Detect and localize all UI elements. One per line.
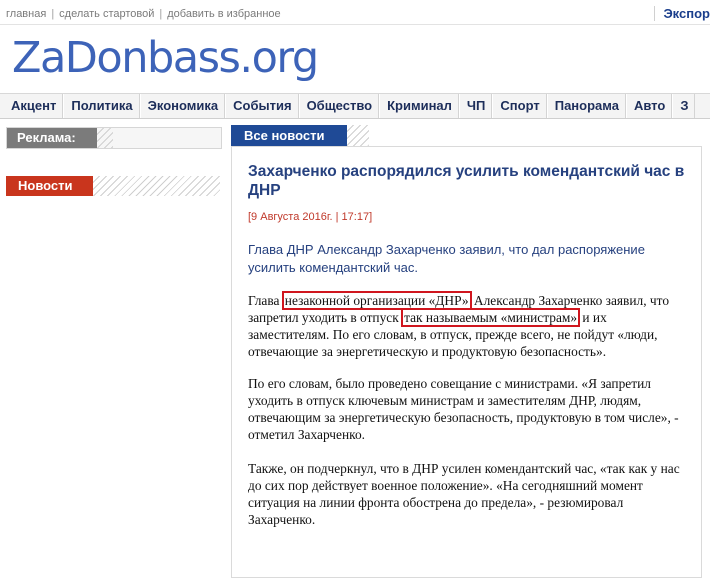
nav-item-economy[interactable]: Экономика bbox=[139, 94, 226, 118]
all-news-tab[interactable]: Все новости bbox=[231, 125, 347, 146]
header-hatch-decoration bbox=[93, 176, 220, 196]
nav-item-sport[interactable]: Спорт bbox=[492, 94, 547, 118]
top-links: главная | сделать стартовой | добавить в изб… bbox=[6, 8, 281, 20]
ads-label: Реклама: bbox=[7, 128, 97, 148]
highlighted-phrase: так называемым «министрам» bbox=[401, 308, 581, 327]
news-label: Новости bbox=[6, 176, 93, 196]
nav-item-society[interactable]: Общество bbox=[298, 94, 380, 118]
site-logo[interactable]: ZaDonbass.org bbox=[12, 26, 319, 90]
news-header: Новости bbox=[6, 176, 220, 196]
nav-item-auto[interactable]: Авто bbox=[625, 94, 673, 118]
article-paragraph: Также, он подчеркнул, что в ДНР усилен к… bbox=[248, 461, 680, 527]
home-link[interactable]: главная bbox=[6, 8, 46, 20]
article-paragraph: По его словам, было проведено совещание … bbox=[248, 376, 679, 442]
main-nav: Акцент Политика Экономика События Общество Кр… bbox=[0, 93, 710, 119]
export-link[interactable]: Экспор bbox=[654, 6, 710, 21]
ads-header: Реклама: bbox=[6, 127, 222, 149]
nav-item-politics[interactable]: Политика bbox=[63, 94, 140, 118]
article-paragraph: Глава незаконной организации «ДНР» Алекс… bbox=[248, 291, 688, 360]
blurred-news-list bbox=[8, 210, 220, 564]
article-title: Захарченко распорядился усилить комендан… bbox=[248, 163, 685, 199]
nav-item-events[interactable]: События bbox=[225, 94, 299, 118]
top-utility-bar: главная | сделать стартовой | добавить в изб… bbox=[0, 0, 710, 25]
nav-item-crime[interactable]: Криминал bbox=[379, 94, 459, 118]
separator: | bbox=[159, 8, 163, 20]
separator: | bbox=[51, 8, 55, 20]
article-lead: Глава ДНР Александр Захарченко заявил, ч… bbox=[248, 242, 645, 275]
nav-item-emergency[interactable]: ЧП bbox=[458, 94, 493, 118]
nav-item-panorama[interactable]: Панорама bbox=[546, 94, 626, 118]
article-datetime: [9 Августа 2016г. | 17:17] bbox=[248, 211, 373, 223]
nav-item-accent[interactable]: Акцент bbox=[0, 94, 64, 118]
header-hatch-decoration bbox=[97, 128, 113, 148]
make-start-page-link[interactable]: сделать стартовой bbox=[59, 8, 154, 20]
header-hatch-decoration bbox=[347, 125, 369, 146]
paragraph-text: Глава bbox=[248, 293, 283, 308]
add-favorites-link[interactable]: добавить в избранное bbox=[167, 8, 280, 20]
nav-item-more[interactable]: З bbox=[672, 94, 696, 118]
